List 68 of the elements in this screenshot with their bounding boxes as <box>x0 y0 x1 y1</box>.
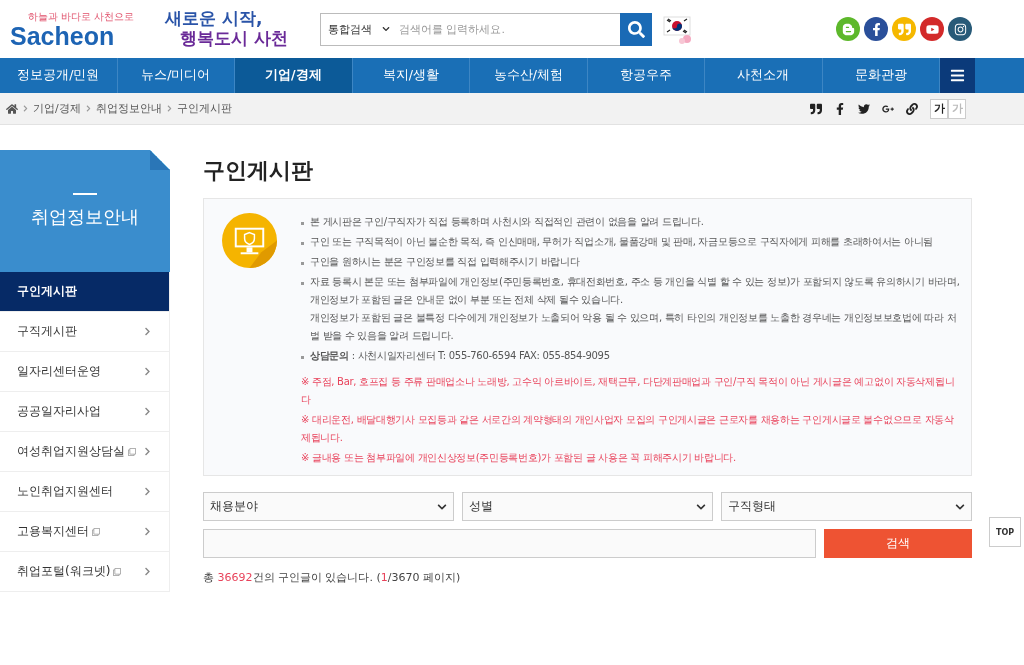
top-button[interactable]: TOP <box>989 517 1021 547</box>
twitter-icon[interactable] <box>858 102 870 115</box>
instagram-icon[interactable] <box>948 17 972 41</box>
sidebar-item[interactable]: 공공일자리사업 <box>0 392 170 432</box>
search-button[interactable]: 검색 <box>824 529 972 558</box>
flag-icon <box>662 13 694 45</box>
monitor-shield-icon <box>222 213 277 268</box>
notice-text: 구인을 원하시는 분은 구인정보를 직접 입력해주시기 바랍니다 <box>310 255 580 269</box>
search-icon <box>627 20 645 38</box>
filter-select[interactable]: 성별 <box>462 492 713 521</box>
warning-text: ※ 글내용 또는 첨부파일에 개인신상정보(주민등록번호)가 포함된 글 사용은 꼭 피해주시기 바랍니다. <box>301 451 737 465</box>
nav-tab[interactable]: 기업/경제 <box>235 58 353 93</box>
chevron-down-icon <box>696 501 706 512</box>
sidebar-item[interactable]: 구인게시판 <box>0 272 170 312</box>
breadcrumb-link[interactable]: 기업/경제 <box>33 101 81 116</box>
search-button[interactable] <box>620 12 652 46</box>
notice-text: 구인 또는 구직목적이 아닌 불순한 목적, 즉 인신매매, 무허가 직업소개, 물품강매 및 판매, 자금모등으로 구직자에게 피해를 초래하여서는 아니됨 <box>310 235 934 249</box>
menu-button[interactable] <box>940 58 975 93</box>
chevron-down-icon <box>437 501 447 512</box>
breadcrumb-link[interactable]: 취업정보안내 <box>95 101 162 116</box>
filter-select[interactable]: 채용분야 <box>203 492 454 521</box>
breadcrumb-link[interactable]: 구인게시판 <box>176 101 232 116</box>
chevron-down-icon <box>382 25 390 33</box>
logo-tagline: 하늘과 바다로 사천으로 <box>28 9 135 24</box>
notice-text: 개인정보가 포함된 글은 불특정 다수에게 개인정보가 노출되어 악용 될 수 있으며, 특히 타인의 개인정보를 노출한 경우네는 개인정보보호법에 따라 처벌 받을 수 있음을 알려 드립니다. <box>310 311 958 343</box>
home-icon[interactable] <box>6 102 18 115</box>
search-scope-select[interactable]: 통합검색 <box>321 13 397 45</box>
font-size-button[interactable]: 가 <box>930 98 948 119</box>
notice-text: 자료 등록시 본문 또는 첨부파일에 개인정보(주민등록번호, 휴대전화번호, 주소 등 개인을 식별 할 수 있는 정보)가 포함되지 않도록 유의하시기 바라며, 개인정보가 포함된 글은 안내문 없이 부분 또는 전체 삭제 될수 있습니다. <box>310 275 961 307</box>
new-window-icon <box>128 447 136 456</box>
warning-text: ※ 대리운전, 배달대행기사 모집등과 같은 서로간의 계약형태의 개인사업자 모집의 구인게시글은 근로자를 채용하는 구인게시글로 볼수없으므로 자동삭제됩니다. <box>301 413 955 445</box>
chevron-icon <box>143 367 152 376</box>
sidebar-header: 취업정보안내 <box>0 150 170 272</box>
filter-select[interactable]: 구직형태 <box>721 492 972 521</box>
youtube-icon[interactable] <box>920 17 944 41</box>
chevron-icon <box>22 105 29 112</box>
notice-text: 상담문의 : 사천시일자리센터 T: 055-760-6594 FAX: 055-854-9095 <box>310 349 610 363</box>
sidebar-item[interactable]: 일자리센터운영 <box>0 352 170 392</box>
sidebar-item[interactable]: 여성취업지원상담실 <box>0 432 170 472</box>
page-title: 구인게시판 <box>203 157 314 185</box>
chevron-icon <box>165 105 173 112</box>
chevron-icon <box>143 567 152 576</box>
chevron-icon <box>143 527 152 536</box>
menu-icon <box>950 68 965 83</box>
chevron-down-icon <box>955 501 965 512</box>
result-count-text: 총 36692건의 구인글이 있습니다. (1/3670 페이지) <box>203 570 462 585</box>
facebook-icon[interactable] <box>834 102 846 115</box>
link-icon[interactable] <box>906 102 918 115</box>
keyword-field[interactable] <box>203 529 816 558</box>
notice-text: 본 게시판은 구인/구직자가 직접 등록하며 사천시와 직접적인 관련이 없음을 알려 드립니다. <box>310 215 704 229</box>
new-window-icon <box>92 527 100 536</box>
slogan-text: 새로운 시작, <box>165 9 264 29</box>
sidebar-item[interactable]: 노인취업지원센터 <box>0 472 170 512</box>
sidebar-item[interactable]: 고용복지센터 <box>0 512 170 552</box>
facebook-icon[interactable] <box>864 17 888 41</box>
quote-icon[interactable] <box>810 102 822 115</box>
sidebar-item[interactable]: 취업포털(워크넷) <box>0 552 170 592</box>
chevron-icon <box>143 487 152 496</box>
logo: Sacheon <box>10 23 115 49</box>
chevron-icon <box>84 105 92 112</box>
new-window-icon <box>113 567 122 576</box>
sidebar-item[interactable]: 구직게시판 <box>0 312 170 352</box>
search-field[interactable]: 통합검색 검색어를 입력하세요. <box>320 12 652 46</box>
slogan-text: 행복도시 사천 <box>180 29 289 49</box>
warning-text: ※ 주점, Bar, 호프집 등 주류 판매업소나 노래방, 고수익 아르바이트, 재택근무, 다단계판매업과 구인/구직 목적이 아닌 게시글은 예고없이 자동삭제됩니다 <box>301 375 956 407</box>
chevron-icon <box>143 447 152 456</box>
chevron-icon <box>143 327 152 336</box>
chevron-icon <box>143 407 152 416</box>
